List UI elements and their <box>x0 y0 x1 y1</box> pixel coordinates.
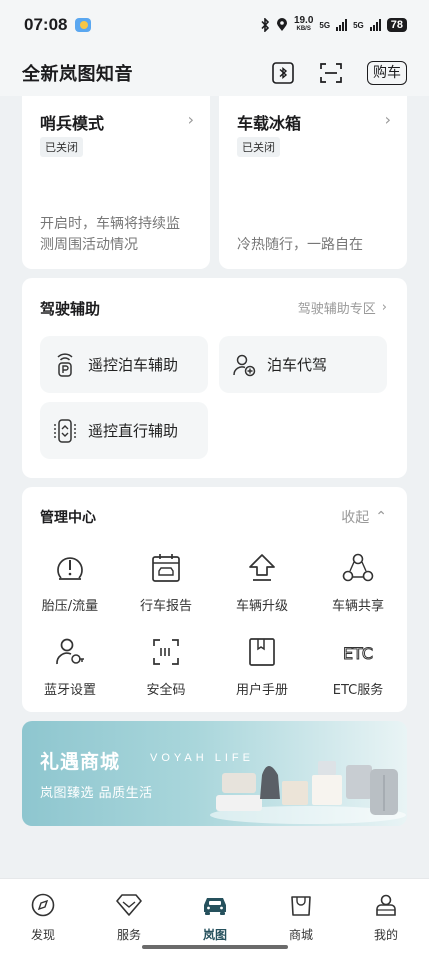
card-title: 哨兵模式 <box>40 114 105 133</box>
item-label: 行车报告 <box>139 599 192 614</box>
shop-icon <box>287 891 315 919</box>
status-icons: 19.0 KB/S 5G 5G 78 <box>260 15 407 33</box>
tab-service[interactable]: 服务 <box>86 891 172 943</box>
speed-unit: KB/S <box>296 26 311 32</box>
collapse-label: 收起 <box>341 510 370 526</box>
app-header: 全新岚图知音 购车 <box>0 50 429 96</box>
tab-profile[interactable]: 我的 <box>343 891 429 943</box>
profile-icon <box>372 891 400 919</box>
security-code-item[interactable]: 安全码 <box>118 635 214 705</box>
item-label: 车辆共享 <box>331 599 384 614</box>
card-description: 开启时，车辆将持续监 <box>40 216 180 232</box>
network-type-1: 5G <box>319 20 331 30</box>
status-time: 07:08 <box>24 15 68 34</box>
banner-subtitle: 岚图臻选 品质生活 <box>40 786 153 801</box>
item-label: 胎压/流量 <box>41 599 99 614</box>
vehicle-upgrade-item[interactable]: 车辆升级 <box>214 551 310 621</box>
user-manual-item[interactable]: 用户手册 <box>214 635 310 705</box>
network-type-2: 5G <box>353 20 364 30</box>
status-badge: 已关闭 <box>237 137 280 157</box>
button-label: 泊车代驾 <box>267 356 328 374</box>
driving-report-icon <box>149 551 183 585</box>
link-label: 驾驶辅助专区 <box>297 302 376 317</box>
car-icon <box>201 891 229 919</box>
service-icon <box>115 891 143 919</box>
vehicle-share-item[interactable]: 车辆共享 <box>310 551 406 621</box>
etc-service-item[interactable]: ETC ETC服务 <box>310 635 406 705</box>
button-label: 遥控直行辅助 <box>88 422 179 440</box>
speed-value: 19.0 <box>293 15 314 26</box>
tab-shop[interactable]: 商城 <box>258 891 344 943</box>
tab-label: 我的 <box>373 928 398 942</box>
card-description: 冷热随行，一路自在 <box>237 237 363 253</box>
sentry-mode-card[interactable]: 哨兵模式 › 已关闭 开启时，车辆将持续监 测周围活动情况 <box>22 96 210 269</box>
tab-voyah[interactable]: 岚图 <box>172 891 258 943</box>
tab-label: 岚图 <box>202 928 227 942</box>
discover-icon <box>29 891 57 919</box>
card-title: 车载冰箱 <box>237 114 302 133</box>
home-indicator[interactable] <box>142 945 288 949</box>
remote-parking-icon <box>52 352 78 378</box>
battery-indicator: 78 <box>386 18 407 32</box>
valet-parking-icon <box>231 352 257 378</box>
svg-text:ETC: ETC <box>343 644 373 663</box>
tire-pressure-icon <box>53 551 87 585</box>
button-label: 遥控泊车辅助 <box>88 356 179 374</box>
user-manual-icon <box>245 635 279 669</box>
status-bar: 07:08 19.0 KB/S 5G 5G 78 <box>0 0 429 50</box>
scan-icon[interactable] <box>319 61 343 85</box>
tab-label: 发现 <box>30 928 55 942</box>
section-title: 管理中心 <box>40 510 96 526</box>
bluetooth-icon <box>261 18 270 32</box>
tire-pressure-item[interactable]: 胎压/流量 <box>22 551 118 621</box>
section-title: 驾驶辅助 <box>40 300 101 318</box>
item-label: 蓝牙设置 <box>43 683 96 698</box>
item-label: ETC服务 <box>332 683 384 698</box>
collapse-button[interactable]: 收起 ⌃ <box>341 507 387 527</box>
signal-icon <box>336 19 348 31</box>
remote-straight-button[interactable]: 遥控直行辅助 <box>40 402 208 459</box>
page-title: 全新岚图知音 <box>22 64 133 85</box>
item-label: 车辆升级 <box>235 599 288 614</box>
remote-straight-icon <box>52 418 78 444</box>
valet-parking-button[interactable]: 泊车代驾 <box>219 336 387 393</box>
bluetooth-settings-item[interactable]: 蓝牙设置 <box>22 635 118 705</box>
status-badge: 已关闭 <box>40 137 83 157</box>
bluetooth-key-icon[interactable] <box>271 61 295 85</box>
driving-report-item[interactable]: 行车报告 <box>118 551 214 621</box>
driving-assist-zone-link[interactable]: 驾驶辅助专区 › <box>298 298 387 317</box>
security-code-icon <box>149 635 183 669</box>
network-speed: 19.0 KB/S <box>293 15 314 33</box>
card-description: 测周围活动情况 <box>40 237 138 253</box>
weather-icon <box>75 18 92 32</box>
remote-parking-button[interactable]: 遥控泊车辅助 <box>40 336 208 393</box>
tab-discover[interactable]: 发现 <box>0 891 86 943</box>
products-image <box>210 761 406 824</box>
buy-car-button[interactable]: 购车 <box>367 61 407 85</box>
signal-icon <box>369 19 381 31</box>
item-label: 用户手册 <box>235 683 288 698</box>
banner-title: 礼遇商城 <box>40 751 121 773</box>
chevron-up-icon: ⌃ <box>375 509 387 525</box>
location-icon <box>276 18 287 31</box>
vehicle-share-icon <box>341 551 375 585</box>
bluetooth-settings-icon <box>53 635 87 669</box>
chevron-right-icon: › <box>384 110 391 129</box>
driving-assist-card: 驾驶辅助 驾驶辅助专区 › 遥控泊车辅助 泊车代驾 遥控直行辅助 <box>22 278 407 478</box>
chevron-right-icon: › <box>187 110 194 129</box>
tab-label: 商城 <box>288 928 313 942</box>
car-fridge-card[interactable]: 车载冰箱 › 已关闭 冷热随行，一路自在 <box>219 96 407 269</box>
item-label: 安全码 <box>146 683 186 698</box>
vehicle-upgrade-icon <box>245 551 279 585</box>
etc-service-icon: ETC <box>341 635 375 669</box>
chevron-right-icon: › <box>381 300 387 315</box>
tab-label: 服务 <box>116 928 141 942</box>
management-center-card: 管理中心 收起 ⌃ 胎压/流量 行车报告 车辆升级 车辆共享 蓝牙设置 安全码 … <box>22 487 407 712</box>
mall-banner[interactable]: 礼遇商城 VOYAH LIFE 岚图臻选 品质生活 <box>22 721 407 826</box>
